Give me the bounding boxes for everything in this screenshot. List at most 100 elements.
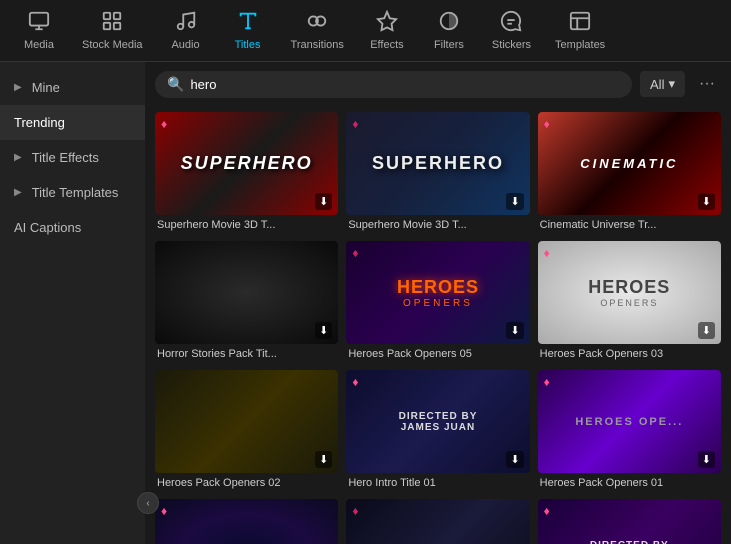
item-label: Cinematic Universe Tr... <box>538 215 721 233</box>
sidebar-item-trending-label: Trending <box>14 115 65 130</box>
download-icon[interactable]: ⬇ <box>506 193 523 210</box>
search-input-wrap[interactable]: 🔍 <box>155 71 632 98</box>
item-label: Heroes Pack Openers 05 <box>346 344 529 362</box>
download-icon[interactable]: ⬇ <box>698 193 715 210</box>
search-input[interactable] <box>190 77 620 92</box>
thumbnail: ♦ HEROES OPE... ⬇ <box>538 370 721 473</box>
thumb-text: HEROES <box>588 277 670 298</box>
download-icon[interactable]: ⬇ <box>315 193 332 210</box>
heart-icon: ♦ <box>544 246 550 260</box>
heart-icon: ♦ <box>544 117 550 131</box>
list-item[interactable]: ♦ SUPERHERO ⬇ Superhero Movie 3D T... <box>346 112 529 233</box>
thumb-text: HEROES OPE... <box>575 416 683 428</box>
heart-icon: ♦ <box>352 246 358 260</box>
nav-item-stock-media[interactable]: Stock Media <box>72 6 153 55</box>
filter-dropdown[interactable]: All ▾ <box>640 71 685 97</box>
item-label: Hero Intro Title 01 <box>346 473 529 491</box>
sidebar-collapse-button[interactable]: ‹ <box>137 492 159 514</box>
list-item[interactable]: ♦ HEROES OPENERS ⬇ Heroes Pack Openers 0… <box>346 241 529 362</box>
nav-item-effects[interactable]: Effects <box>358 6 416 55</box>
grid-area: ♦ SUPERHERO ⬇ Superhero Movie 3D T... ♦ … <box>145 106 731 544</box>
list-item[interactable]: ♦ HEROES OPENERS ⬇ Heroes Pack Openers 0… <box>538 241 721 362</box>
list-item[interactable]: ⬇ Heroes Pack Openers 02 <box>155 370 338 491</box>
nav-item-titles-label: Titles <box>235 39 261 51</box>
download-icon[interactable]: ⬇ <box>506 322 523 339</box>
sidebar-item-mine[interactable]: ▶ Mine <box>0 70 145 105</box>
download-icon[interactable]: ⬇ <box>698 322 715 339</box>
thumb-text: HEROES <box>397 277 479 298</box>
collapse-icon: ‹ <box>146 498 149 509</box>
item-label: Horror Stories Pack Tit... <box>155 344 338 362</box>
nav-item-filters-label: Filters <box>434 39 464 51</box>
sidebar: ▶ Mine Trending ▶ Title Effects ▶ Title … <box>0 62 145 544</box>
sidebar-item-trending[interactable]: Trending <box>0 105 145 140</box>
filter-label: All <box>650 77 664 92</box>
more-icon: ··· <box>699 75 715 93</box>
nav-item-transitions[interactable]: Transitions <box>281 6 354 55</box>
heart-icon: ♦ <box>544 504 550 518</box>
nav-item-effects-label: Effects <box>370 39 403 51</box>
more-options-button[interactable]: ··· <box>693 70 721 98</box>
nav-item-stickers-label: Stickers <box>492 39 531 51</box>
nav-item-media[interactable]: Media <box>10 6 68 55</box>
sidebar-item-title-templates-label: Title Templates <box>32 185 119 200</box>
thumb-text: CINEMATIC <box>580 156 678 171</box>
nav-item-stickers[interactable]: Stickers <box>482 6 541 55</box>
nav-item-filters[interactable]: Filters <box>420 6 478 55</box>
download-icon[interactable]: ⬇ <box>315 451 332 468</box>
thumbnail: ♦ ⬇ <box>346 499 529 544</box>
thumb-text: DIRECTED BYJAMES JUAN <box>399 411 478 433</box>
content-area: 🔍 All ▾ ··· ♦ SUPERHERO ⬇ <box>145 62 731 544</box>
item-label: Heroes Pack Openers 03 <box>538 344 721 362</box>
item-label: Heroes Pack Openers 02 <box>155 473 338 491</box>
effects-icon <box>376 10 398 35</box>
thumbnail: ♦ SUPERHERO ⬇ <box>155 112 338 215</box>
thumbnail: ♦ HEROES OPENERS ⬇ <box>346 241 529 344</box>
nav-item-audio[interactable]: Audio <box>157 6 215 55</box>
stock-media-icon <box>101 10 123 35</box>
heart-icon: ♦ <box>161 504 167 518</box>
chevron-right-icon: ▶ <box>14 82 22 93</box>
top-navigation: Media Stock Media Audio Titles Transitio… <box>0 0 731 62</box>
download-icon[interactable]: ⬇ <box>698 451 715 468</box>
heart-icon: ♦ <box>352 375 358 389</box>
list-item[interactable]: ♦ HEROES OPE... ⬇ Heroes Pack Openers 01 <box>538 370 721 491</box>
thumbnail: ♦ DIRECTED BYJAMES JUAN ⬇ <box>538 499 721 544</box>
thumb-text: DIRECTED BYJAMES JUAN <box>590 540 669 544</box>
thumbnail: ♦ SUPERHERO ⬇ <box>346 112 529 215</box>
search-bar: 🔍 All ▾ ··· <box>145 62 731 106</box>
item-label: Heroes Pack Openers 01 <box>538 473 721 491</box>
list-item[interactable]: ♦ ⬇ Heroes Pack Openers 06 <box>346 499 529 544</box>
list-item[interactable]: ♦ DIRECTED BYJAMES JUAN ⬇ Hero Intro Tit… <box>538 499 721 544</box>
templates-icon <box>569 10 591 35</box>
sidebar-item-title-templates[interactable]: ▶ Title Templates <box>0 175 145 210</box>
download-icon[interactable]: ⬇ <box>506 451 523 468</box>
nav-item-templates[interactable]: Templates <box>545 6 615 55</box>
list-item[interactable]: ⬇ Horror Stories Pack Tit... <box>155 241 338 362</box>
thumb-sub-text: OPENERS <box>600 298 658 308</box>
sidebar-item-title-effects[interactable]: ▶ Title Effects <box>0 140 145 175</box>
search-icon: 🔍 <box>167 76 184 93</box>
list-item[interactable]: ♦ DIRECTED BYJAMES JUAN ⬇ Hero Intro Tit… <box>346 370 529 491</box>
nav-item-stock-media-label: Stock Media <box>82 39 143 51</box>
filters-icon <box>438 10 460 35</box>
thumb-text: SUPERHERO <box>372 153 504 174</box>
item-label: Superhero Movie 3D T... <box>346 215 529 233</box>
sidebar-item-ai-captions[interactable]: AI Captions <box>0 210 145 245</box>
item-label: Superhero Movie 3D T... <box>155 215 338 233</box>
heart-icon: ♦ <box>544 375 550 389</box>
download-icon[interactable]: ⬇ <box>315 322 332 339</box>
nav-item-transitions-label: Transitions <box>291 39 344 51</box>
list-item[interactable]: ♦ SUPERHERO ⬇ Superhero Movie 3D T... <box>155 112 338 233</box>
media-icon <box>28 10 50 35</box>
heart-icon: ♦ <box>352 117 358 131</box>
list-item[interactable]: ♦ CINEMATIC ⬇ Cinematic Universe Tr... <box>538 112 721 233</box>
nav-item-titles[interactable]: Titles <box>219 6 277 55</box>
heart-icon: ♦ <box>161 117 167 131</box>
chevron-right-icon-2: ▶ <box>14 152 22 163</box>
thumbnail: ♦ ⬇ <box>155 499 338 544</box>
sidebar-item-mine-label: Mine <box>32 80 60 95</box>
stickers-icon <box>500 10 522 35</box>
list-item[interactable]: ♦ ⬇ Heroes Pack Openers 04 <box>155 499 338 544</box>
nav-item-audio-label: Audio <box>171 39 199 51</box>
